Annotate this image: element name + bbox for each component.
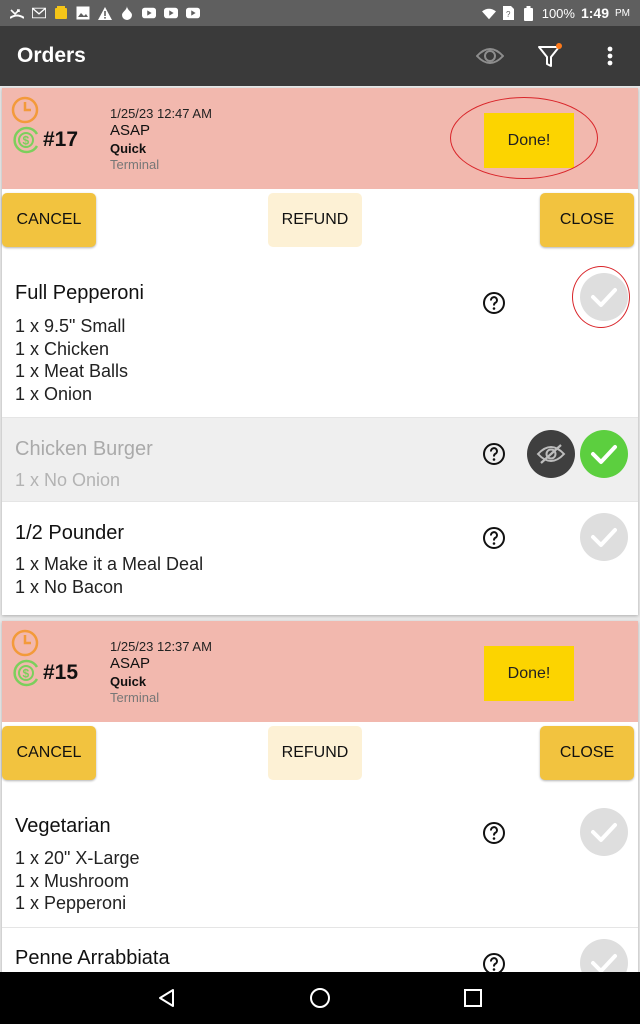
missed-call-icon [10,6,24,20]
check-icon[interactable] [580,808,628,856]
order-number: #17 [43,128,79,151]
battery-icon [522,5,536,21]
order-card-15: $ #15 1/25/23 12:37 AM ASAP Quick Termin… [2,621,638,972]
notification-icons [10,6,200,20]
system-icons: ? 100% 1:49 PM [481,5,630,21]
item-modifier: 1 x 9.5" Small [15,316,126,336]
order-timing: ASAP [110,122,151,139]
image-icon [76,6,90,20]
dollar-icon: $ [11,125,41,160]
warning-icon [98,6,112,20]
order-item[interactable]: Vegetarian 1 x 20" X-Large 1 x Mushroom … [2,786,638,928]
order-header: $ #17 1/25/23 12:47 AM ASAP Quick Termin… [2,88,638,189]
cancel-button[interactable]: CANCEL [2,193,96,247]
notification-icon [54,6,68,20]
check-icon[interactable] [580,273,628,321]
help-icon[interactable] [482,291,506,320]
order-header: $ #15 1/25/23 12:37 AM ASAP Quick Termin… [2,621,638,722]
sim-icon: ? [502,6,516,20]
item-name: 1/2 Pounder [15,522,124,544]
youtube-icon [142,6,156,20]
item-name: Penne Arrabbiata [15,947,170,969]
item-modifier: 1 x Pepperoni [15,893,127,913]
order-item[interactable]: Penne Arrabbiata [2,928,638,972]
check-icon[interactable] [580,513,628,561]
order-item[interactable]: Full Pepperoni 1 x 9.5" Small 1 x Chicke… [2,253,638,418]
eye-off-icon[interactable] [527,430,575,478]
item-name: Vegetarian [15,815,111,837]
more-vert-icon[interactable] [580,26,640,86]
item-modifiers: 1 x No Onion [15,469,120,492]
system-nav-bar [0,972,640,1024]
order-datetime: 1/25/23 12:37 AM [110,639,212,654]
drop-icon [120,6,134,20]
youtube-icon [164,6,178,20]
battery-level: 100% [541,5,575,21]
order-source: Terminal [110,690,160,705]
dollar-icon: $ [11,658,41,693]
done-button[interactable]: Done! [484,113,574,168]
item-modifier: 1 x Meat Balls [15,361,129,381]
done-button[interactable]: Done! [484,646,574,701]
svg-text:$: $ [23,667,30,681]
help-icon[interactable] [482,526,506,555]
clock-time: 1:49 [580,5,609,21]
order-type: Quick [110,141,147,156]
svg-text:?: ? [506,10,511,19]
order-source: Terminal [110,157,160,172]
order-type: Quick [110,674,147,689]
help-icon[interactable] [482,442,506,471]
gmail-icon [32,6,46,20]
order-item[interactable]: Chicken Burger 1 x No Onion [2,418,638,502]
status-bar: ? 100% 1:49 PM [0,0,640,26]
item-modifier: 1 x No Onion [15,470,121,490]
page-title: Orders [17,44,86,67]
order-meta: 1/25/23 12:47 AM ASAP Quick Terminal [110,107,212,171]
cancel-button[interactable]: CANCEL [2,726,96,780]
item-modifier: 1 x Mushroom [15,870,130,891]
item-name: Full Pepperoni [15,282,144,304]
help-icon[interactable] [482,952,506,972]
filter-icon[interactable] [520,26,580,86]
help-icon[interactable] [482,821,506,850]
item-modifier: 1 x No Bacon [15,576,124,597]
item-modifier: 1 x Onion [15,383,93,404]
item-modifiers: 1 x 9.5" Small 1 x Chicken 1 x Meat Ball… [15,315,128,405]
item-modifier: 1 x 20" X-Large [15,848,140,868]
close-button[interactable]: CLOSE [540,726,634,780]
refund-button[interactable]: REFUND [268,193,362,247]
orders-list[interactable]: $ #17 1/25/23 12:47 AM ASAP Quick Termin… [0,86,640,972]
check-icon[interactable] [580,430,628,478]
item-modifiers: 1 x Make it a Meal Deal 1 x No Bacon [15,553,203,598]
check-icon[interactable] [580,939,628,972]
order-item[interactable]: 1/2 Pounder 1 x Make it a Meal Deal 1 x … [2,502,638,609]
order-actions: CANCEL REFUND CLOSE [2,189,638,253]
svg-text:$: $ [23,134,30,148]
back-icon[interactable] [137,972,197,1024]
order-card-17: $ #17 1/25/23 12:47 AM ASAP Quick Termin… [2,88,638,615]
youtube-icon [186,6,200,20]
app-bar-actions [460,26,640,86]
order-actions: CANCEL REFUND CLOSE [2,722,638,786]
order-datetime: 1/25/23 12:47 AM [110,106,212,121]
close-button[interactable]: CLOSE [540,193,634,247]
order-meta: 1/25/23 12:37 AM ASAP Quick Terminal [110,640,212,704]
wifi-icon [481,6,496,20]
recents-icon[interactable] [443,972,503,1024]
item-modifier: 1 x Make it a Meal Deal [15,554,204,574]
item-modifier: 1 x Chicken [15,338,110,359]
order-timing: ASAP [110,655,151,672]
item-name: Chicken Burger [15,438,153,460]
clock-ampm: PM [615,7,630,19]
home-icon[interactable] [290,972,350,1024]
refund-button[interactable]: REFUND [268,726,362,780]
app-bar: Orders [0,26,640,86]
eye-icon[interactable] [460,26,520,86]
order-number: #15 [43,661,79,684]
item-modifiers: 1 x 20" X-Large 1 x Mushroom 1 x Peppero… [15,847,139,915]
